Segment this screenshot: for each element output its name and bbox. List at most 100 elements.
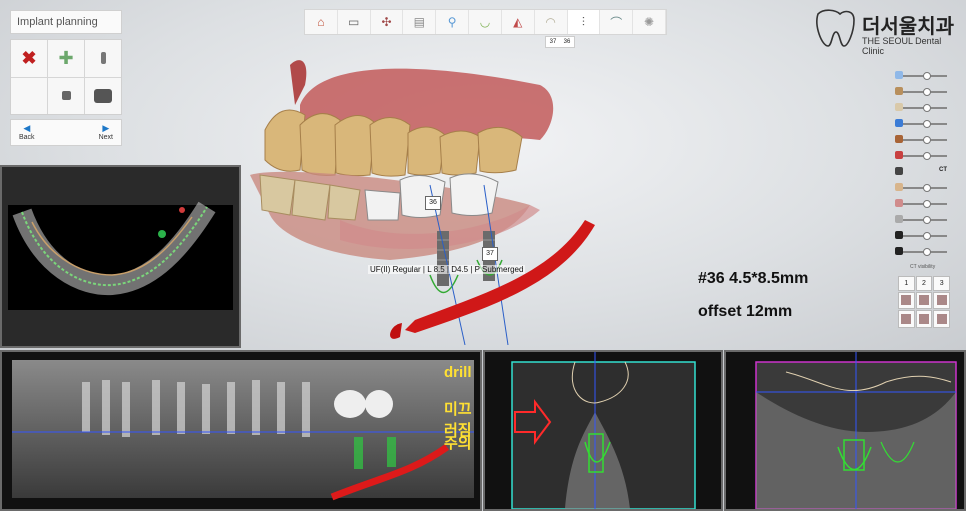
scan-icon: ▭ [348, 15, 360, 29]
implant-sub-tabs: 37 36 [545, 36, 575, 48]
back-label: Back [19, 133, 35, 141]
tool-grid: ✖ ✚ [10, 39, 122, 115]
slider-knob[interactable] [922, 104, 931, 112]
view-buttons: 1 2 3 [898, 276, 950, 328]
guide-icon: ✺ [644, 15, 655, 29]
delete-icon: ✖ [21, 47, 37, 68]
slider-knob[interactable] [922, 88, 931, 96]
implant-tag-36[interactable]: 36 [425, 196, 441, 210]
layout-button-b[interactable] [915, 291, 933, 310]
layout-button-a[interactable] [898, 291, 915, 310]
view-button-3[interactable]: 3 [933, 276, 950, 291]
tooth-beige-icon [895, 183, 903, 191]
brightness-icon [895, 231, 903, 239]
empty-tool-slot [11, 77, 47, 114]
slider-ct[interactable]: CT [895, 164, 953, 180]
view-button-2[interactable]: 2 [915, 276, 933, 291]
cross-section-view-1[interactable] [483, 350, 723, 511]
slider-sleeve[interactable] [895, 116, 953, 132]
step-tools[interactable]: ✣ [371, 10, 404, 34]
slider-nerve[interactable] [895, 148, 953, 164]
layout-button-c[interactable] [933, 291, 950, 310]
tooth-logo-icon [816, 9, 855, 47]
slider-knob[interactable] [922, 232, 931, 240]
bone-icon: ⚲ [447, 15, 457, 29]
slider-upper-jaw[interactable] [895, 212, 953, 228]
step-sleeve[interactable]: ⌒ [600, 10, 634, 34]
step-implant[interactable]: ⫶ [567, 10, 601, 34]
add-implant-button[interactable]: ✚ [48, 40, 84, 77]
nav-bar: ◀ Back ▶ Next [10, 119, 122, 146]
slider-tooth-crown[interactable] [895, 68, 953, 84]
panoramic-view[interactable]: drill 미끄러짐 주의 [0, 350, 482, 511]
sleeve-button[interactable] [85, 77, 121, 114]
slider-tooth-beige[interactable] [895, 180, 953, 196]
layout-icon [901, 314, 912, 325]
abutment-button[interactable] [48, 77, 84, 114]
crown-icon: ▤ [413, 15, 426, 29]
tooth-white-icon [895, 103, 903, 111]
implant-tag-37[interactable]: 37 [482, 247, 498, 261]
sleeve-step-icon: ⌒ [610, 15, 623, 30]
slider-brightness[interactable] [895, 228, 953, 244]
next-button[interactable]: ▶ Next [98, 123, 113, 142]
axial-ct-view[interactable] [0, 165, 241, 348]
back-button[interactable]: ◀ Back [19, 122, 35, 142]
cross-section-view-2[interactable] [724, 350, 966, 511]
slider-knob[interactable] [922, 152, 931, 160]
slider-knob[interactable] [922, 216, 931, 224]
clinic-logo: 더서울치과 THE SEOUL Dental Clinic [810, 6, 960, 56]
slider-tooth-white[interactable] [895, 100, 953, 116]
panel-title: Implant planning [10, 10, 122, 34]
layout-button-f[interactable] [933, 310, 950, 328]
abutment-icon [61, 91, 71, 101]
layout-button-e[interactable] [915, 310, 933, 328]
visibility-sliders: CT [895, 68, 953, 260]
ct-visibility-label: CT visibility [910, 264, 936, 270]
step-crown[interactable]: ▤ [403, 10, 437, 34]
logo-korean: 더서울치과 [862, 16, 954, 38]
implant-library-button[interactable] [85, 40, 121, 77]
sub-tab-36[interactable]: 36 [564, 39, 571, 45]
step-lips[interactable]: ◡ [469, 10, 502, 34]
step-guide[interactable]: ✺ [633, 10, 666, 34]
step-teeth[interactable]: ◭ [502, 10, 535, 34]
slider-cylinder[interactable] [895, 132, 953, 148]
step-bone[interactable]: ⚲ [436, 10, 470, 34]
tools-icon: ✣ [381, 15, 392, 29]
sleeve-icon [895, 119, 903, 127]
slider-knob[interactable] [922, 200, 931, 208]
layout-icon [936, 295, 947, 306]
layout-button-d[interactable] [898, 310, 915, 328]
ct-slider-label: CT [939, 167, 947, 173]
next-label: Next [98, 133, 113, 141]
layout-icon [918, 295, 929, 306]
arrow-left-icon: ◀ [23, 122, 31, 133]
step-home[interactable]: ⌂ [305, 10, 338, 34]
slider-knob[interactable] [922, 120, 931, 128]
delete-implant-button[interactable]: ✖ [11, 40, 47, 77]
sub-tab-37[interactable]: 37 [550, 39, 557, 45]
slider-knob[interactable] [922, 184, 931, 192]
add-icon: ✚ [58, 47, 74, 68]
slider-knob[interactable] [922, 136, 931, 144]
slider-knob[interactable] [922, 72, 931, 80]
workflow-toolbar: ⌂ ▭ ✣ ▤ ⚲ ◡ ◭ ◠ ⫶ ⌒ ✺ [304, 9, 667, 35]
logo-english: THE SEOUL Dental Clinic [862, 36, 942, 56]
slider-gum[interactable] [895, 196, 953, 212]
step-arch[interactable]: ◠ [535, 10, 568, 34]
layout-icon [936, 314, 947, 325]
implant-step-icon: ⫶ [581, 14, 585, 29]
step-scan[interactable]: ▭ [338, 10, 371, 34]
slider-contrast[interactable] [895, 244, 953, 260]
view-button-1[interactable]: 1 [898, 276, 915, 291]
teeth-icon: ◭ [513, 15, 523, 29]
annotation-drill: drill [444, 364, 472, 381]
slider-knob[interactable] [922, 248, 931, 256]
3d-dental-model[interactable] [240, 45, 620, 345]
slider-tooth-bridge[interactable] [895, 84, 953, 100]
layout-icon [901, 295, 912, 306]
tooth-crown-icon [895, 71, 903, 79]
gum-icon [895, 199, 903, 207]
annotation-caution: 주의 [444, 435, 472, 452]
